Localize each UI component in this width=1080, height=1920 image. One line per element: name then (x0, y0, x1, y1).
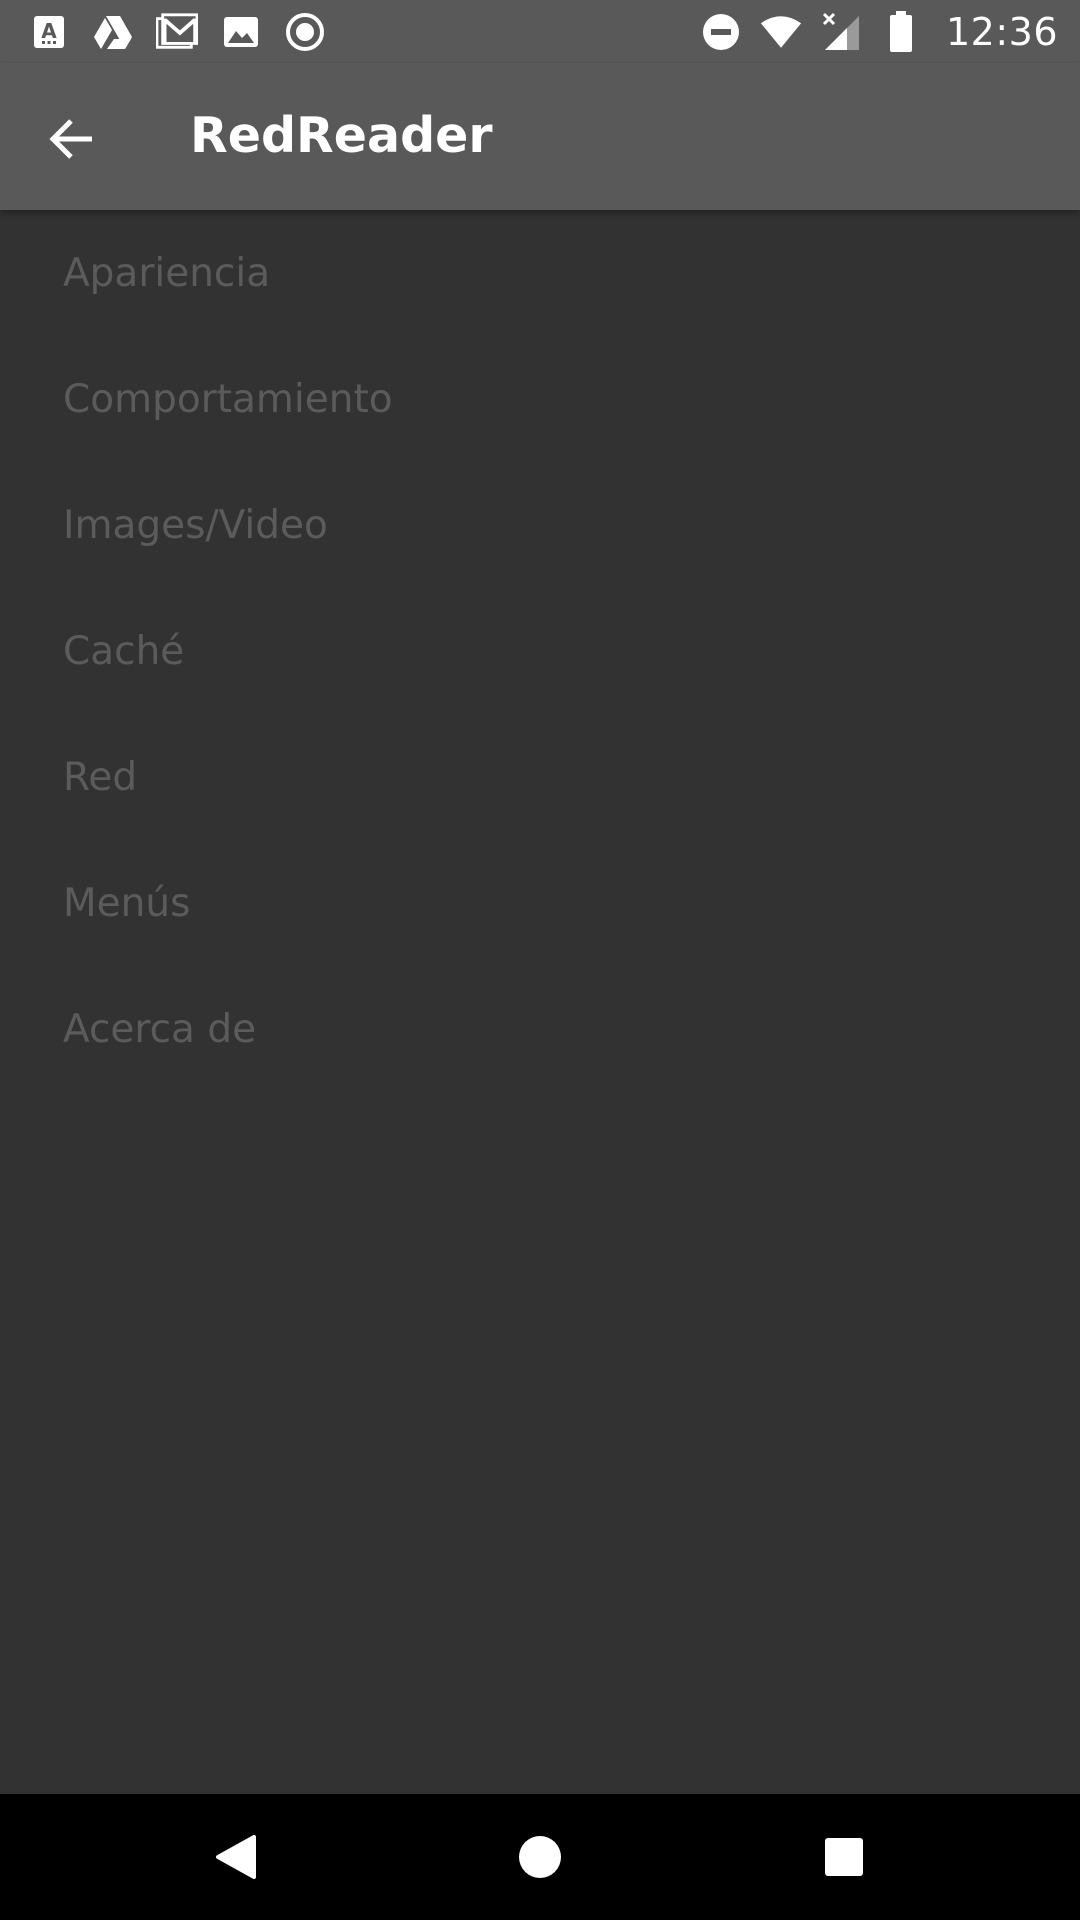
nav-home-button[interactable] (480, 1794, 600, 1920)
signal-icon (820, 11, 862, 53)
nav-back-icon (216, 1835, 256, 1879)
svg-text:A: A (41, 19, 57, 43)
screen: A 12:36 RedReader Apariencia Comportamie… (0, 0, 1080, 1920)
status-time: 12:36 (945, 9, 1058, 54)
do-not-disturb-icon (700, 11, 742, 53)
status-bar: A 12:36 (0, 0, 1080, 63)
font-a-icon: A (28, 11, 70, 53)
settings-item-label: Menús (63, 880, 191, 926)
status-notification-icons: A (28, 0, 326, 63)
settings-item-comportamiento[interactable]: Comportamiento (0, 336, 1080, 462)
record-icon (284, 11, 326, 53)
settings-item-label: Caché (63, 628, 185, 674)
battery-icon (880, 10, 922, 53)
back-button[interactable] (30, 97, 114, 181)
settings-item-images-video[interactable]: Images/Video (0, 462, 1080, 588)
drive-icon (92, 11, 134, 53)
nav-back-button[interactable] (176, 1794, 296, 1920)
settings-item-apariencia[interactable]: Apariencia (0, 210, 1080, 336)
app-bar: RedReader (0, 63, 1080, 210)
settings-item-label: Comportamiento (63, 376, 393, 422)
navigation-bar (0, 1794, 1080, 1920)
arrow-back-icon (49, 119, 92, 159)
gmail-icon (156, 11, 198, 53)
settings-item-acerca-de[interactable]: Acerca de (0, 966, 1080, 1092)
image-icon (220, 11, 262, 53)
settings-item-label: Acerca de (63, 1006, 257, 1052)
nav-home-icon (519, 1836, 561, 1878)
nav-recents-button[interactable] (784, 1794, 904, 1920)
settings-list: Apariencia Comportamiento Images/Video C… (0, 210, 1080, 1092)
settings-item-label: Apariencia (63, 250, 271, 296)
settings-item-cache[interactable]: Caché (0, 588, 1080, 714)
page-title: RedReader (190, 107, 493, 164)
settings-item-label: Red (63, 754, 138, 800)
settings-item-red[interactable]: Red (0, 714, 1080, 840)
settings-item-label: Images/Video (63, 502, 328, 548)
status-system-icons: 12:36 (700, 0, 1058, 63)
settings-item-menus[interactable]: Menús (0, 840, 1080, 966)
wifi-icon (760, 11, 802, 53)
nav-recents-icon (825, 1838, 863, 1876)
